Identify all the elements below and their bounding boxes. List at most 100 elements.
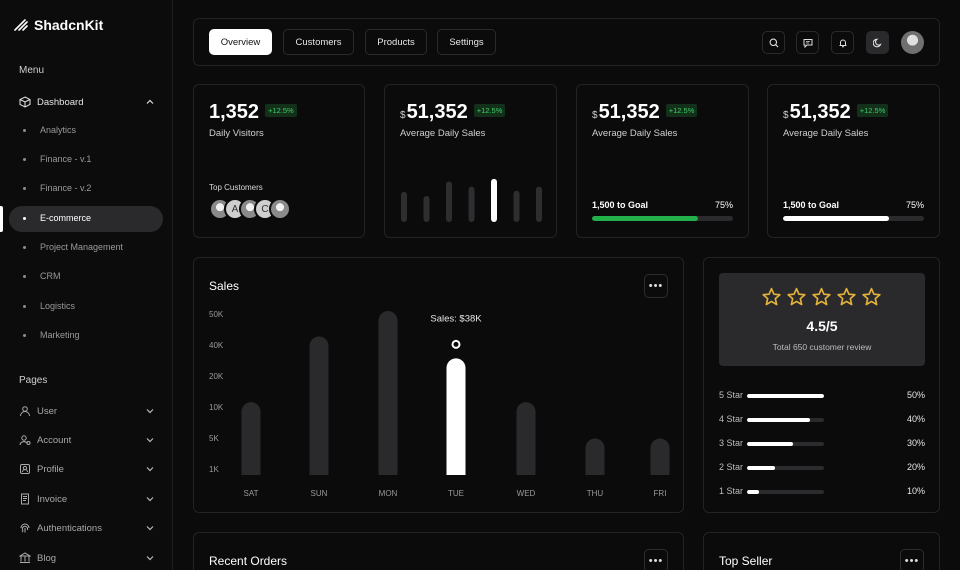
tab-overview[interactable]: Overview <box>209 29 272 55</box>
recent-orders-title: Recent Orders <box>209 554 288 568</box>
bullet-icon <box>23 334 26 337</box>
sales-bar[interactable] <box>446 358 466 485</box>
chevron-down-icon <box>146 438 154 443</box>
notifications-button[interactable] <box>831 31 854 54</box>
goal-percent: 75% <box>714 200 733 210</box>
y-tick-label: 5K <box>209 434 219 443</box>
sales-value: 51,352 <box>789 101 851 123</box>
more-options-button[interactable]: ••• <box>644 549 668 570</box>
sidebar-item-user[interactable]: User <box>0 397 173 425</box>
cube-icon <box>19 96 31 108</box>
mini-bar <box>513 190 520 222</box>
stat-label: Daily Visitors <box>209 128 264 139</box>
sidebar-subitem-project-management[interactable]: Project Management <box>0 235 173 261</box>
bar-base-mask <box>240 475 262 487</box>
sidebar-subitem-finance-v-2[interactable]: Finance - v.2 <box>0 176 173 202</box>
x-tick-label: SUN <box>311 489 328 498</box>
x-tick-label: MON <box>379 489 398 498</box>
x-tick-label: THU <box>587 489 604 498</box>
chevron-up-icon <box>146 99 154 104</box>
more-icon: ••• <box>648 555 664 567</box>
star-rating <box>761 287 882 307</box>
bar-base-mask <box>515 475 537 487</box>
rating-row-label: 5 Star <box>719 390 744 400</box>
y-tick-label: 50K <box>209 310 224 319</box>
bar-base-mask <box>649 475 671 487</box>
sales-bar[interactable] <box>309 336 329 485</box>
logo-icon <box>14 19 28 31</box>
mini-bar <box>536 186 542 222</box>
y-tick-label: 20K <box>209 372 224 381</box>
sidebar-item-label: Analytics <box>40 125 77 135</box>
user-avatar[interactable] <box>901 31 924 54</box>
mini-bar <box>446 181 452 222</box>
sidebar-item-account[interactable]: Account <box>0 426 173 454</box>
tab-products[interactable]: Products <box>365 29 427 55</box>
recent-orders-card: Recent Orders ••• <box>193 532 684 570</box>
stat-value: 1,352 +12.5% <box>209 101 297 124</box>
tab-settings[interactable]: Settings <box>437 29 496 55</box>
sidebar-item-label: Finance - v.2 <box>40 183 92 193</box>
theme-toggle-button[interactable] <box>866 31 889 54</box>
logo[interactable]: ShadcnKit <box>14 17 103 33</box>
app-name: ShadcnKit <box>34 17 104 33</box>
x-tick-label: FRI <box>654 489 667 498</box>
sidebar-item-label: Logistics <box>40 301 76 311</box>
rating-row-label: 4 Star <box>719 414 744 424</box>
sidebar-item-label: User <box>37 405 58 417</box>
sidebar-item-dashboard[interactable]: Dashboard <box>0 88 173 116</box>
sales-bar[interactable] <box>378 311 398 485</box>
top-seller-title: Top Seller <box>719 554 773 568</box>
goal-percent: 75% <box>905 200 924 210</box>
stat-value: $ 51,352 +12.5% <box>400 101 506 124</box>
sidebar-subitem-logistics[interactable]: Logistics <box>0 294 173 320</box>
sales-bar[interactable] <box>241 402 261 485</box>
star-icon <box>812 287 831 306</box>
rating-row: 1 Star 10% <box>719 486 925 498</box>
x-tick-label: SAT <box>244 489 259 498</box>
star-icon <box>862 287 881 306</box>
star-icon <box>787 287 806 306</box>
star-icon <box>762 287 781 306</box>
sidebar-subitem-marketing[interactable]: Marketing <box>0 323 173 349</box>
growth-badge: +12.5% <box>856 104 889 117</box>
rating-subtitle: Total 650 customer review <box>772 342 872 352</box>
search-button[interactable] <box>762 31 785 54</box>
mini-bar-chart <box>401 178 542 222</box>
average-sales-goal-card: $ 51,352 +12.5% Average Daily Sales 1,50… <box>576 84 749 238</box>
average-sales-goal-card-2: $ 51,352 +12.5% Average Daily Sales 1,50… <box>767 84 940 238</box>
sidebar-item-blog[interactable]: Blog <box>0 544 173 570</box>
avatar[interactable] <box>269 198 291 220</box>
rating-row-label: 1 Star <box>719 486 744 496</box>
y-tick-label: 10K <box>209 403 224 412</box>
sidebar-item-authentications[interactable]: Authentications <box>0 514 173 542</box>
sidebar-subitem-finance-v-1[interactable]: Finance - v.1 <box>0 147 173 173</box>
rating-summary: 4.5/5 Total 650 customer review <box>719 273 925 366</box>
moon-icon <box>872 38 882 47</box>
bar-base-mask <box>377 475 399 487</box>
y-tick-label: 40K <box>209 341 224 350</box>
bullet-icon <box>23 275 26 278</box>
reviews-card: 4.5/5 Total 650 customer review 5 Star 50… <box>703 257 940 513</box>
rating-row-label: 2 Star <box>719 462 744 472</box>
sidebar-subitem-analytics[interactable]: Analytics <box>0 118 173 144</box>
account-icon <box>19 435 31 446</box>
sidebar-item-label: Profile <box>37 463 64 475</box>
sidebar-item-label: Project Management <box>40 242 124 252</box>
chevron-down-icon <box>146 556 154 561</box>
chevron-down-icon <box>146 409 154 414</box>
messages-button[interactable] <box>796 31 819 54</box>
goal-label: 1,500 to Goal <box>592 200 649 210</box>
sidebar-subitem-e-commerce[interactable]: E-commerce <box>9 206 163 232</box>
sales-bar[interactable] <box>516 402 536 485</box>
daily-visitors-card: 1,352 +12.5% Daily Visitors Top Customer… <box>193 84 365 238</box>
topbar: Overview Customers Products Settings <box>193 18 940 66</box>
more-options-button[interactable]: ••• <box>900 549 924 570</box>
sidebar-item-invoice[interactable]: Invoice <box>0 485 173 513</box>
rating-bar-fill <box>747 418 811 422</box>
chart-tooltip: Sales: $38K <box>430 313 482 324</box>
tab-customers[interactable]: Customers <box>283 29 354 55</box>
sidebar-subitem-crm[interactable]: CRM <box>0 264 173 290</box>
y-tick-label: 1K <box>209 465 219 474</box>
sidebar-item-profile[interactable]: Profile <box>0 455 173 483</box>
